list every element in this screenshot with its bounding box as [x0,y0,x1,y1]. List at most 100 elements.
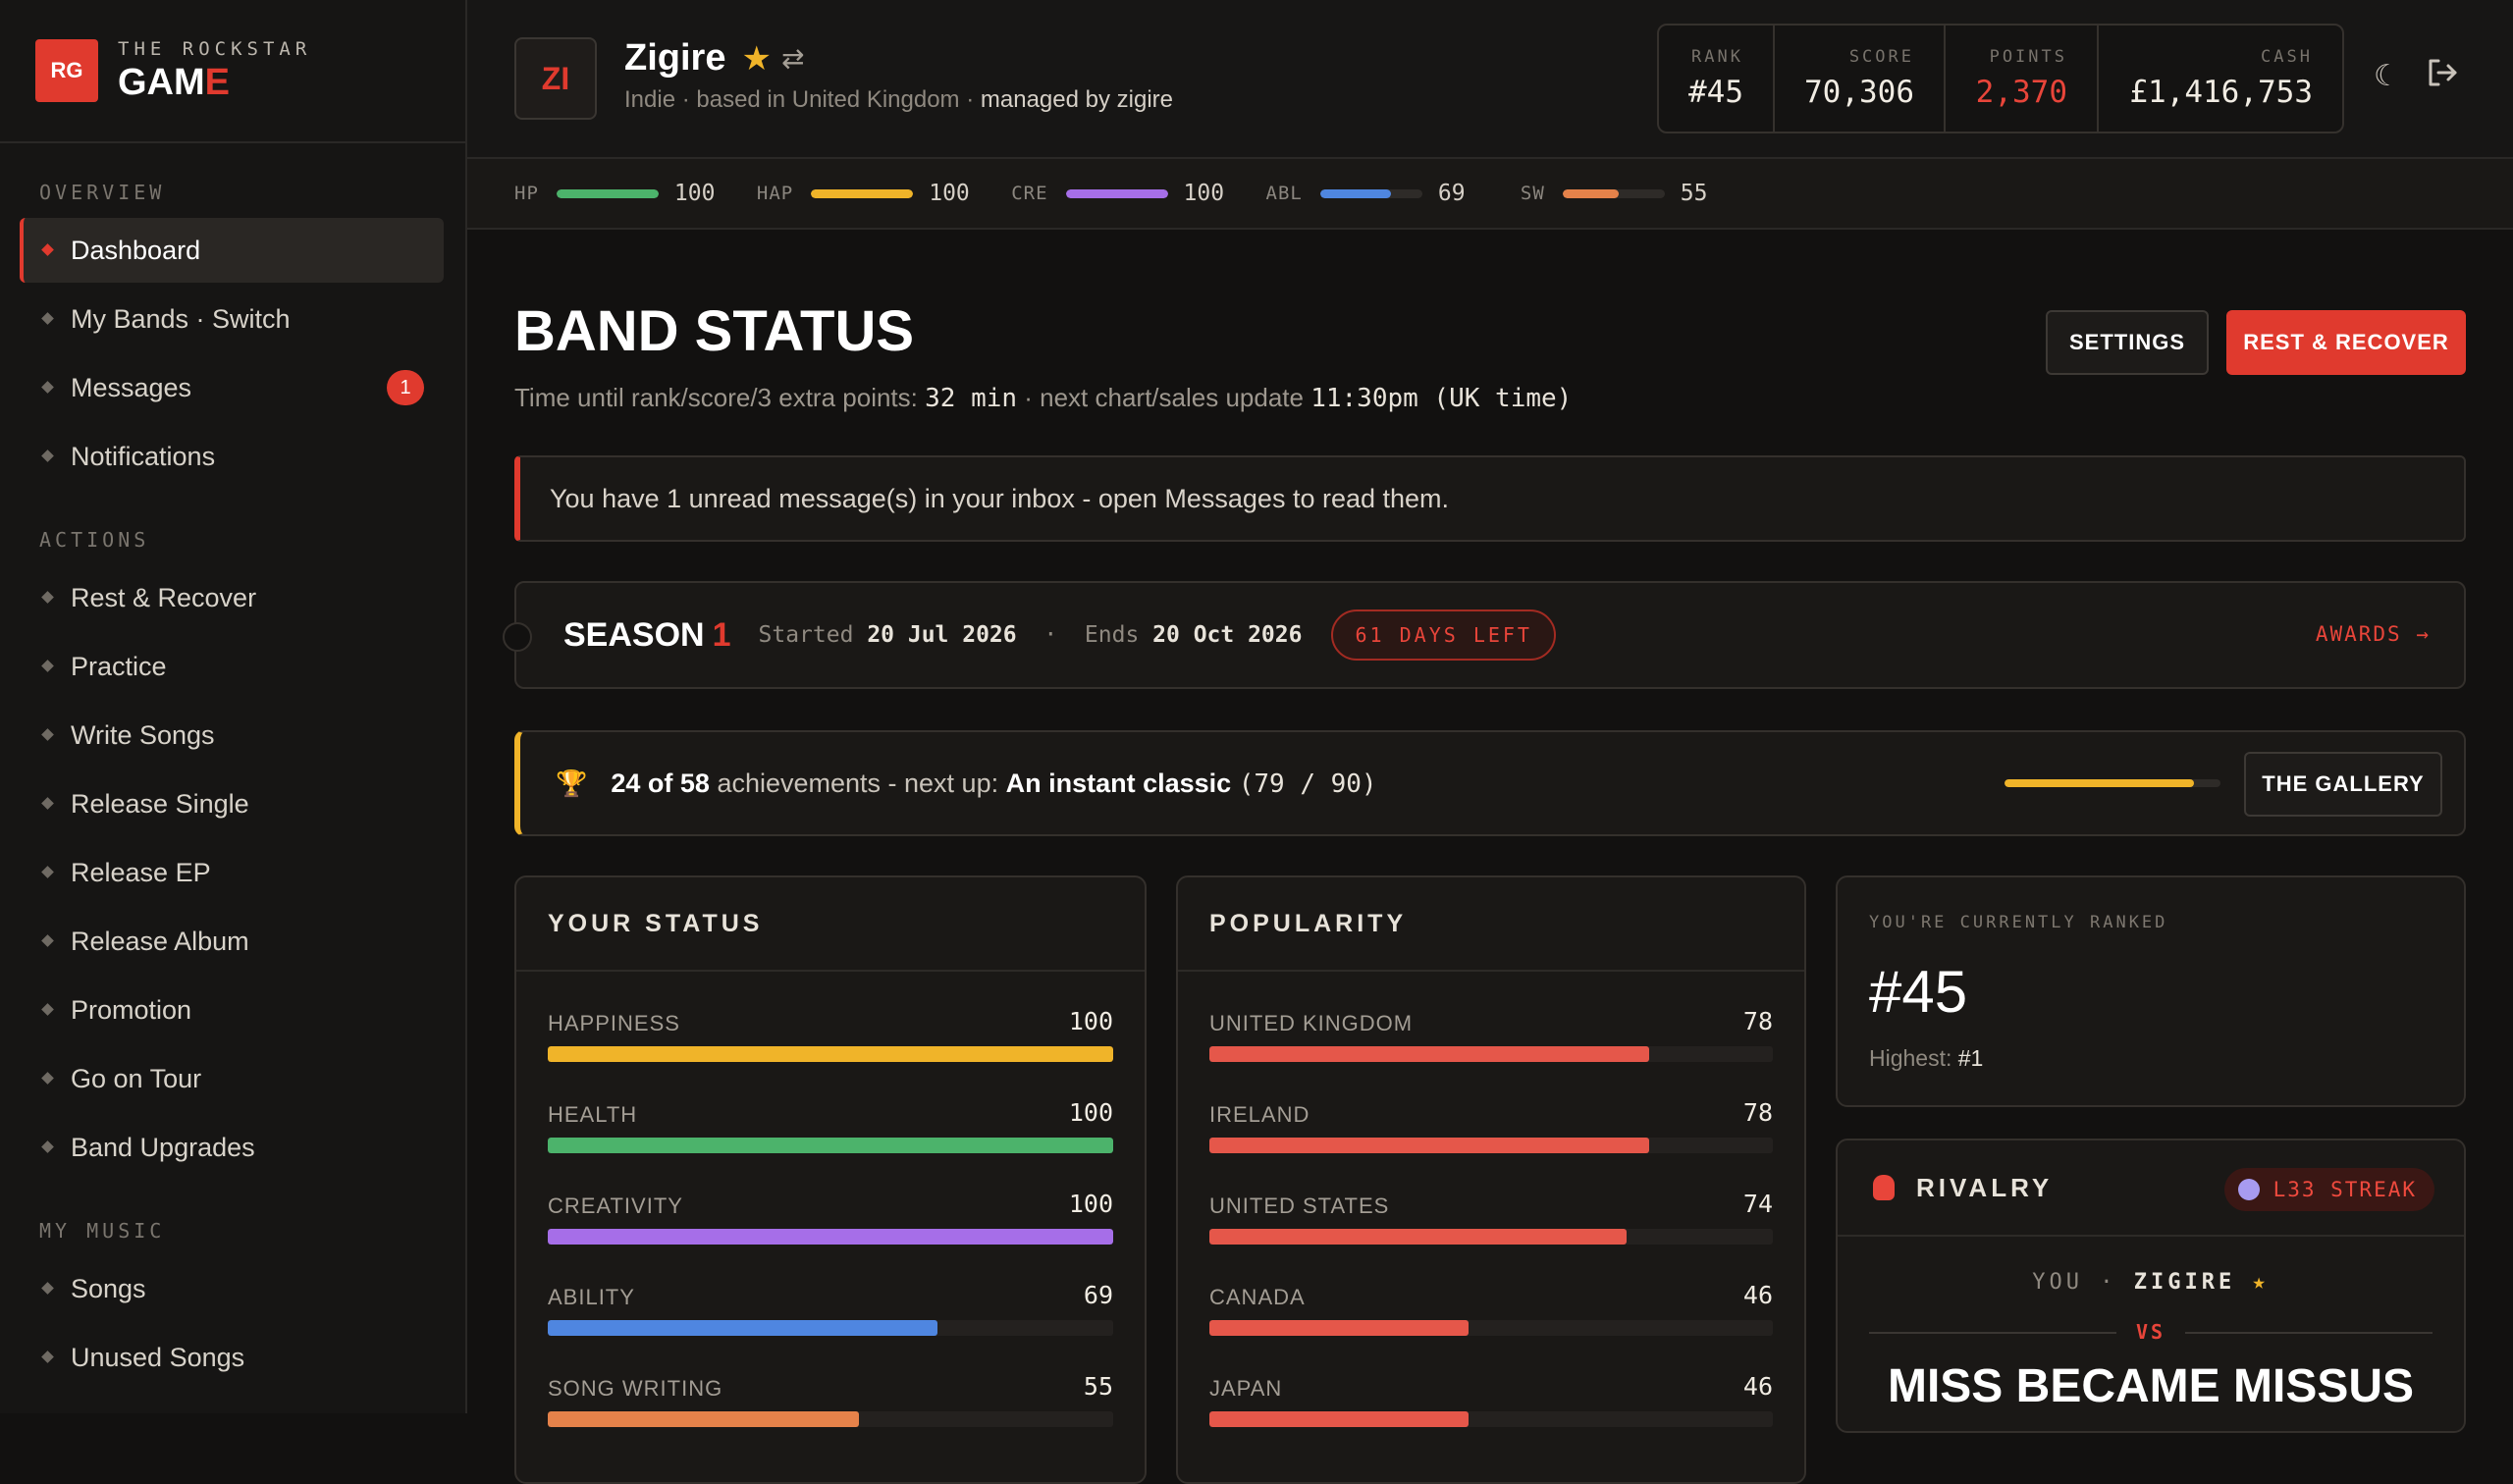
unread-alert[interactable]: You have 1 unread message(s) in your inb… [514,455,2466,542]
mini-stat-bar-fill [1562,188,1619,198]
sidebar-item-dashboard[interactable]: Dashboard [20,218,444,283]
brand-wordmark-main: GAM [118,61,205,103]
nav-section-title: OVERVIEW [39,181,166,204]
stat-value: #45 [1688,75,1743,110]
season-start-date: 20 Jul 2026 [867,622,1017,648]
logout-icon[interactable] [2425,55,2460,90]
diamond-bullet-icon [41,381,54,394]
diamond-bullet-icon [41,591,54,604]
achievements-text: 24 of 58 achievements - next up: An inst… [611,768,1376,799]
stat-label: POINTS [1989,47,2067,67]
mini-stat-bar [1562,188,1665,198]
diamond-bullet-icon [41,866,54,878]
sidebar: RG THE ROCKSTAR GAME OVERVIEW Dashboard My… [0,0,467,1413]
diamond-bullet-icon [41,660,54,672]
skull-icon [2237,1179,2260,1200]
mini-stat-value: 100 [1183,181,1225,206]
rivalry-header: RIVALRY L33 STREAK [1838,1140,2464,1237]
current-rank-value: #45 [1869,959,1968,1025]
stat-row-bar-fill [548,1320,938,1336]
achievements-count: 24 of 58 [611,768,710,798]
sidebar-item-label: Release Album [71,926,249,956]
rivalry-you: YOU · ZIGIRE ★ [1838,1270,2464,1295]
season-end-date: 20 Oct 2026 [1152,622,1303,648]
stat-row-bar [1209,1411,1773,1427]
sidebar-item-rest-recover[interactable]: Rest & Recover [20,565,444,630]
moon-icon[interactable]: ☾ [2374,59,2400,93]
diamond-bullet-icon [41,1003,54,1016]
sidebar-item-release-single[interactable]: Release Single [20,771,444,836]
mini-stat-value: 100 [929,181,970,206]
rivalry-you-label: YOU [2032,1270,2083,1295]
sidebar-item-band-upgrades[interactable]: Band Upgrades [20,1115,444,1180]
brand[interactable]: RG THE ROCKSTAR GAME [0,0,465,143]
sidebar-item-messages[interactable]: Messages 1 [20,355,444,420]
sidebar-item-my-bands-switch[interactable]: My Bands · Switch [20,287,444,351]
your-status-panel: YOUR STATUS HAPPINESS 100 HEALTH 100 CREATIV… [514,875,1147,1484]
stat-value: 70,306 [1804,75,1914,110]
gallery-button[interactable]: THE GALLERY [2244,752,2442,817]
mini-stat-hap: HAP 100 [757,181,976,206]
unread-count-badge: 1 [387,370,424,405]
brand-tagline: THE ROCKSTAR [118,37,312,60]
sidebar-item-songs[interactable]: Songs [20,1256,444,1321]
rivalry-panel: RIVALRY L33 STREAK YOU · ZIGIRE ★ VS MIS… [1836,1139,2466,1433]
stat-row-bar [1209,1046,1773,1062]
sidebar-item-unused-songs[interactable]: Unused Songs [20,1325,444,1390]
achievement-progress-bar [2005,779,2220,787]
sidebar-item-promotion[interactable]: Promotion [20,978,444,1042]
nav-section-title: ACTIONS [39,528,150,552]
sidebar-item-go-on-tour[interactable]: Go on Tour [20,1046,444,1111]
sidebar-item-label: Messages [71,372,192,402]
mini-stat-bar [811,188,914,198]
stat-row-value: 78 [1742,1098,1773,1127]
rivalry-separator: · [2083,1270,2134,1295]
stat-row-bar-fill [1209,1320,1470,1336]
season-title-text: SEASON [563,615,705,654]
sidebar-item-label: Promotion [71,994,192,1025]
brand-wordmark: GAME [118,62,311,104]
stat-row: UNITED KINGDOM 78 [1178,980,1804,1071]
update-label: · next chart/sales update [1017,383,1311,412]
diamond-bullet-icon [41,1282,54,1295]
stat-row-value: 100 [1068,1007,1113,1035]
season-started-label: Started [758,622,854,648]
next-achievement: An instant classic [1005,768,1232,798]
sidebar-item-practice[interactable]: Practice [20,634,444,699]
mini-stat-label: HAP [756,183,794,204]
star-icon[interactable]: ★ [741,39,771,79]
rest-recover-button[interactable]: REST & RECOVER [2226,310,2466,375]
mini-stat-bar [556,188,659,198]
sidebar-item-label: Go on Tour [71,1063,202,1093]
stat-value: 2,370 [1975,75,2067,110]
stat-row-bar [548,1046,1113,1062]
stat-value: £1,416,753 [2129,75,2313,110]
season-card: SEASON 1 Started 20 Jul 2026 · Ends 20 Oc… [503,581,2466,689]
streak-text: L33 STREAK [2272,1178,2417,1201]
sidebar-item-label: Dashboard [71,235,201,265]
days-left-badge: 61 DAYS LEFT [1331,610,1556,661]
highest-rank-value: #1 [1957,1045,1984,1071]
sidebar-item-release-album[interactable]: Release Album [20,909,444,974]
diamond-bullet-icon [41,243,54,256]
streak-badge: L33 STREAK [2223,1168,2434,1211]
sidebar-item-release-ep[interactable]: Release EP [20,840,444,905]
swap-icon[interactable]: ⇄ [781,42,804,75]
rival-name[interactable]: MISS BECAME MISSUS [1838,1359,2464,1413]
settings-button[interactable]: SETTINGS [2046,310,2209,375]
stat-label: SCORE [1848,47,1914,67]
boxing-glove-icon [1873,1175,1895,1200]
mini-stat-label: SW [1520,183,1545,204]
sidebar-item-label: Rest & Recover [71,582,257,612]
achievements-card: 🏆 24 of 58 achievements - next up: An in… [514,730,2466,836]
stat-row-bar [1209,1229,1773,1245]
awards-link[interactable]: AWARDS → [2316,622,2431,646]
achievement-progress-fill [2005,779,2195,787]
band-avatar[interactable]: ZI [514,37,597,120]
sidebar-item-notifications[interactable]: Notifications [20,424,444,489]
season-notch [503,622,532,652]
mini-stat-bar-fill [1319,188,1391,198]
nav-section-title: MY MUSIC [39,1219,166,1243]
season-separator: · [1043,622,1058,648]
sidebar-item-write-songs[interactable]: Write Songs [20,703,444,768]
